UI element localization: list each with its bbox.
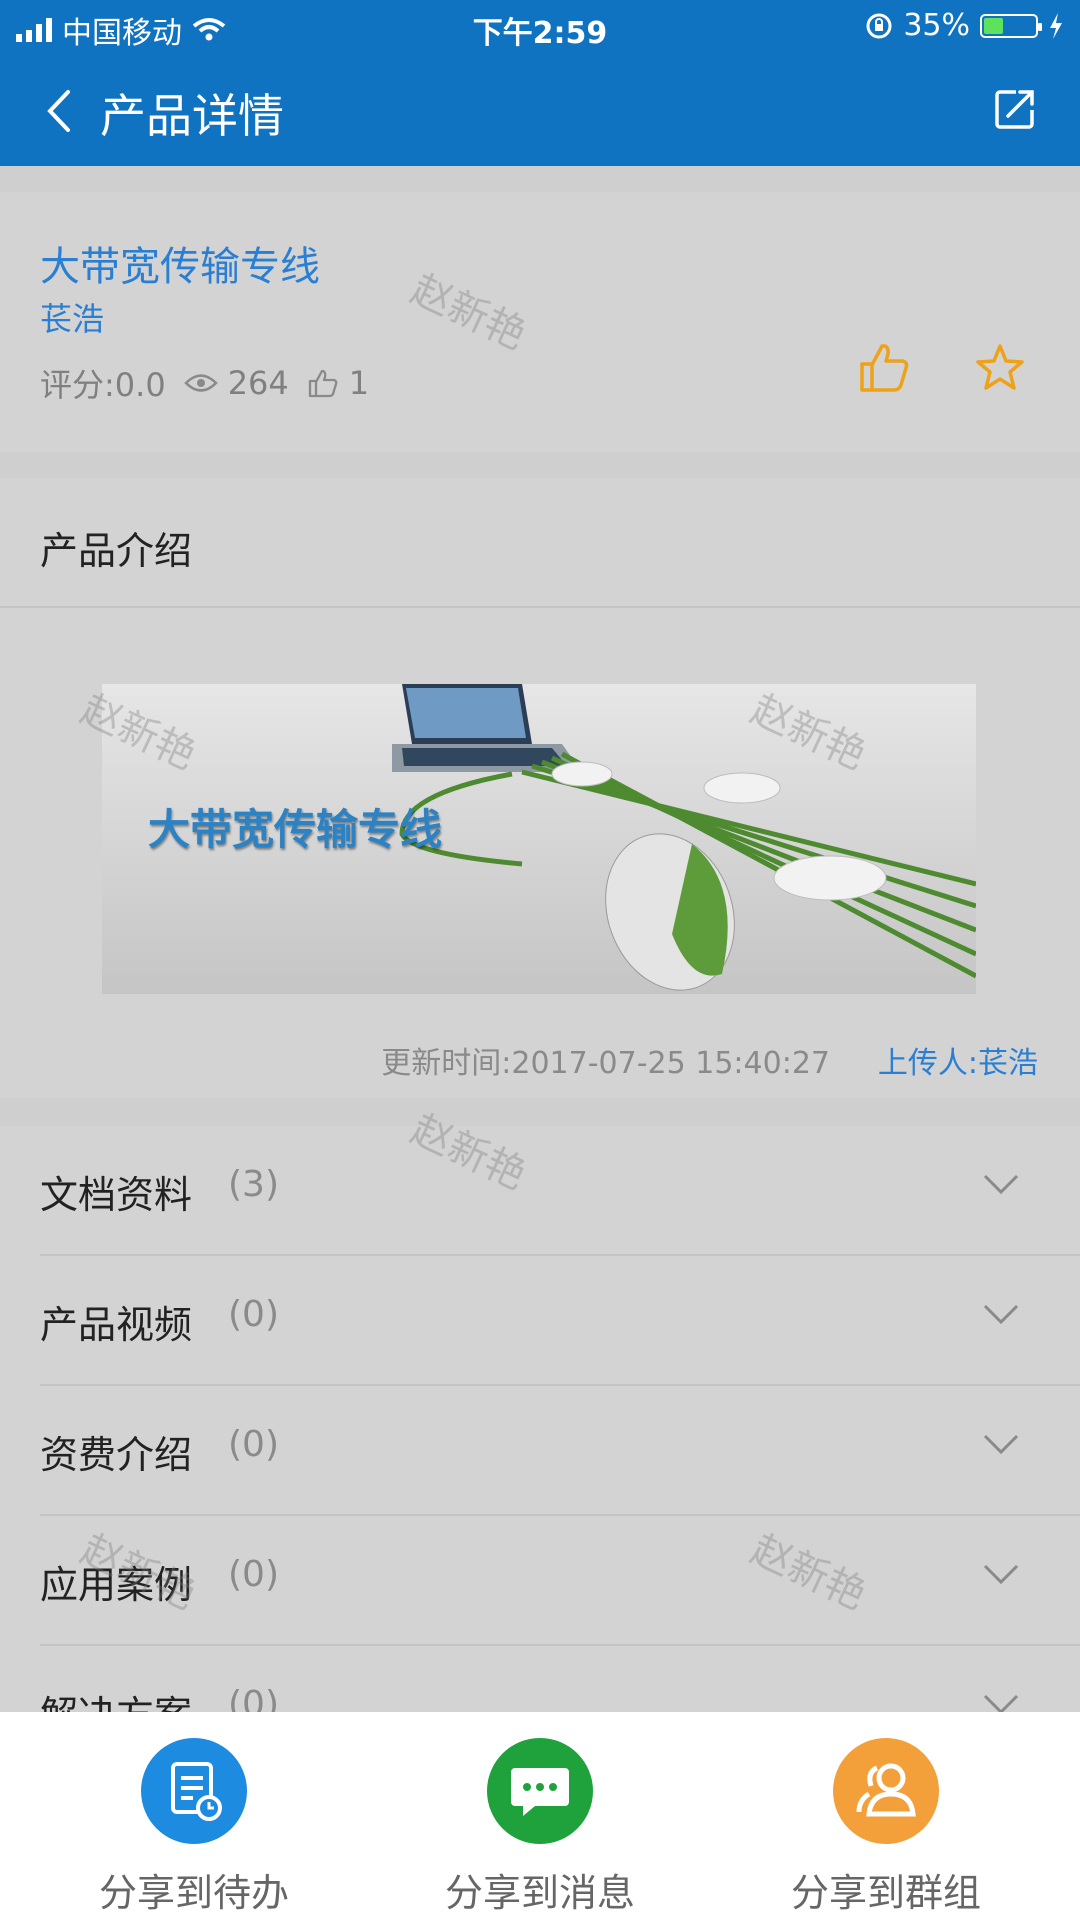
section-count: (0) [228,1294,279,1335]
share-to-group-button[interactable]: 分享到群组 [736,1738,1036,1917]
sections-card: 文档资料 (3) 产品视频 (0) 资费介绍 (0) 应用案例 (0) 解决方案… [0,1126,1080,1776]
product-title: 大带宽传输专线 [40,244,320,290]
intro-divider [0,606,1080,608]
battery-icon [980,13,1042,38]
status-bar: 中国移动 下午2:59 35% [0,0,1080,56]
banner-text: 大带宽传输专线 [148,805,443,854]
product-header-card: 大带宽传输专线 苌浩 评分:0.0 264 1 [0,192,1080,452]
like-button-icon[interactable] [858,342,910,394]
section-name: 文档资料 [40,1173,193,1217]
rotation-lock-icon [866,13,892,38]
share-message-label: 分享到消息 [444,1871,635,1915]
chevron-down-icon [983,1564,1019,1585]
share-to-todo-button[interactable]: 分享到待办 [44,1738,344,1917]
share-group-label: 分享到群组 [790,1871,981,1915]
section-row-documents[interactable]: 文档资料 (3) [40,1126,1080,1256]
section-name: 资费介绍 [40,1433,193,1477]
share-icon[interactable] [992,86,1038,132]
update-time: 更新时间:2017-07-25 15:40:27 [381,1046,830,1081]
likes-count: 1 [348,364,370,402]
group-icon [833,1738,939,1844]
back-icon[interactable] [40,86,80,136]
todo-icon [141,1738,247,1844]
message-icon [487,1738,593,1844]
intro-title: 产品介绍 [40,529,193,573]
thumbs-up-small-icon [308,369,338,398]
chevron-down-icon [983,1174,1019,1195]
favorite-star-icon[interactable] [974,342,1026,394]
share-sheet: 分享到待办 分享到消息 分享到群组 [0,1712,1080,1920]
nav-bar: 产品详情 [0,56,1080,166]
section-count: (3) [228,1164,279,1205]
product-uploader[interactable]: 苌浩 [40,294,104,340]
section-row-videos[interactable]: 产品视频 (0) [40,1256,1080,1386]
section-row-pricing[interactable]: 资费介绍 (0) [40,1386,1080,1516]
page-title: 产品详情 [100,89,284,143]
chevron-down-icon [983,1304,1019,1325]
charging-icon [1050,12,1062,39]
share-to-message-button[interactable]: 分享到消息 [390,1738,690,1917]
section-name: 产品视频 [40,1303,193,1347]
rating-label: 评分:0.0 [40,366,166,404]
share-todo-label: 分享到待办 [98,1871,289,1915]
views-count: 264 [227,364,289,402]
uploaded-by-link[interactable]: 上传人:苌浩 [878,1038,1038,1082]
product-meta: 评分:0.0 264 1 [40,360,369,406]
status-right: 35% [865,8,1064,43]
eye-icon [183,374,218,392]
battery-percent: 35% [903,8,970,43]
likes-stat: 1 [307,364,369,402]
views-stat: 264 [183,364,289,402]
chevron-down-icon [983,1434,1019,1455]
product-intro-card: 产品介绍 大带宽传输专线 更新时间:2017-07-25 15:40:27 上传… [0,478,1080,1098]
section-count: (0) [228,1554,279,1595]
section-count: (0) [228,1424,279,1465]
